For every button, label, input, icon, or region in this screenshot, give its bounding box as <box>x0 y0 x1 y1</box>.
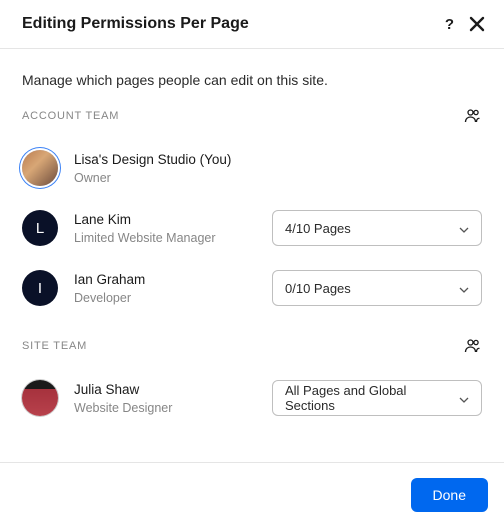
modal-header: Editing Permissions Per Page ? <box>0 0 504 49</box>
close-icon[interactable] <box>466 13 488 35</box>
member-row-ian: I Ian Graham Developer 0/10 Pages <box>22 258 482 318</box>
pages-select-julia[interactable]: All Pages and Global Sections <box>272 380 482 416</box>
member-info: Julia Shaw Website Designer <box>74 381 272 416</box>
section-label-site: SITE TEAM <box>22 340 87 352</box>
done-button[interactable]: Done <box>411 478 488 512</box>
chevron-down-icon <box>459 391 469 406</box>
member-name: Julia Shaw <box>74 381 272 400</box>
member-info: Lisa's Design Studio (You) Owner <box>74 151 482 186</box>
member-name: Lisa's Design Studio (You) <box>74 151 482 170</box>
member-name: Lane Kim <box>74 211 272 230</box>
chevron-down-icon <box>459 221 469 236</box>
member-role: Website Designer <box>74 401 272 415</box>
select-value: 0/10 Pages <box>285 281 351 296</box>
pages-select-ian[interactable]: 0/10 Pages <box>272 270 482 306</box>
people-icon[interactable] <box>464 108 482 124</box>
chevron-down-icon <box>459 281 469 296</box>
avatar-initial: I <box>38 280 42 297</box>
section-label-account: ACCOUNT TEAM <box>22 110 119 122</box>
member-role: Owner <box>74 171 482 185</box>
modal-subtitle: Manage which pages people can edit on th… <box>22 72 482 88</box>
member-row-lisa: Lisa's Design Studio (You) Owner <box>22 138 482 198</box>
modal-title: Editing Permissions Per Page <box>22 15 249 33</box>
modal-body: Manage which pages people can edit on th… <box>0 49 504 428</box>
member-name: Ian Graham <box>74 271 272 290</box>
member-role: Limited Website Manager <box>74 231 272 245</box>
header-icons: ? <box>441 12 488 37</box>
avatar-lane: L <box>22 210 58 246</box>
member-info: Ian Graham Developer <box>74 271 272 306</box>
select-value: All Pages and Global Sections <box>285 383 459 413</box>
member-row-lane: L Lane Kim Limited Website Manager 4/10 … <box>22 198 482 258</box>
help-icon[interactable]: ? <box>441 12 458 37</box>
member-role: Developer <box>74 291 272 305</box>
select-value: 4/10 Pages <box>285 221 351 236</box>
section-header-site: SITE TEAM <box>22 338 482 354</box>
avatar-initial: L <box>36 220 44 237</box>
member-info: Lane Kim Limited Website Manager <box>74 211 272 246</box>
modal-footer: Done <box>0 462 504 527</box>
people-icon[interactable] <box>464 338 482 354</box>
section-header-account: ACCOUNT TEAM <box>22 108 482 124</box>
avatar-lisa <box>22 150 58 186</box>
avatar-ian: I <box>22 270 58 306</box>
pages-select-lane[interactable]: 4/10 Pages <box>272 210 482 246</box>
member-row-julia: Julia Shaw Website Designer All Pages an… <box>22 368 482 428</box>
avatar-julia <box>22 380 58 416</box>
